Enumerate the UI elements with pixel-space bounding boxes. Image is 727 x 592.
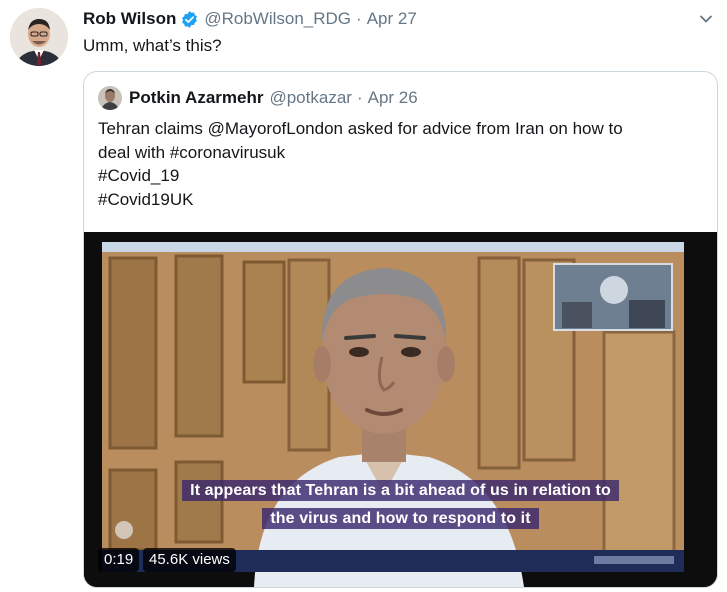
tweet-date[interactable]: Apr 27: [367, 9, 417, 29]
chevron-down-icon[interactable]: [699, 12, 713, 26]
quoted-text-line: #Covid19UK: [98, 189, 194, 209]
quoted-tweet-date: Apr 26: [367, 88, 418, 107]
author-handle[interactable]: @RobWilson_RDG: [204, 9, 351, 29]
video-frame: [84, 232, 717, 587]
quoted-author-name: Potkin Azarmehr: [129, 88, 264, 107]
author-avatar[interactable]: [10, 8, 68, 66]
separator-dot: ·: [356, 9, 362, 28]
separator-dot: ·: [356, 88, 363, 107]
quoted-text-line: Tehran claims @MayorofLondon asked for a…: [98, 119, 623, 138]
verified-badge-icon: [180, 10, 199, 29]
tweet-header: Rob Wilson @RobWilson_RDG · Apr 27: [83, 8, 417, 30]
quoted-author-avatar: [98, 86, 122, 110]
video-duration-badge: 0:19: [98, 548, 140, 572]
quoted-tweet-header: Potkin Azarmehr @potkazar · Apr 26: [98, 86, 418, 110]
quoted-tweet-text: Tehran claims @MayorofLondon asked for a…: [98, 117, 698, 211]
author-name[interactable]: Rob Wilson: [83, 9, 176, 29]
quoted-tweet-card[interactable]: Potkin Azarmehr @potkazar · Apr 26 Tehra…: [83, 71, 718, 588]
quoted-text-line: #Covid_19: [98, 166, 180, 185]
video-player[interactable]: It appears that Tehran is a bit ahead of…: [84, 232, 717, 587]
video-views-badge: 45.6K views: [143, 548, 236, 572]
quoted-text-line: deal with #coronavirusuk: [98, 142, 286, 162]
tweet-text: Umm, what’s this?: [83, 36, 222, 55]
quoted-author-handle: @potkazar: [269, 88, 352, 107]
